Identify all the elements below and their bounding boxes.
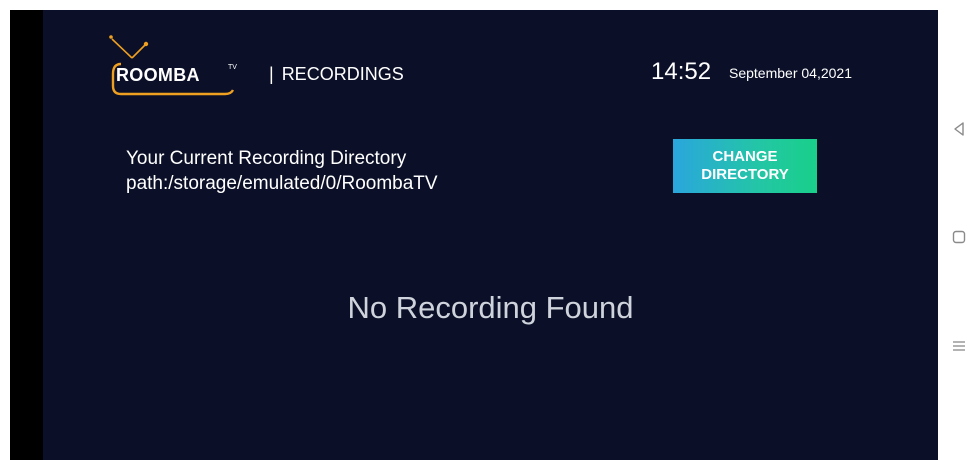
logo-superscript: TV — [228, 64, 237, 71]
back-button[interactable] — [938, 114, 979, 144]
logo-text: ROOMBA — [116, 65, 200, 85]
page-title-text: RECORDINGS — [281, 64, 404, 84]
home-button[interactable] — [938, 222, 979, 252]
roomba-tv-logo: ROOMBA TV — [105, 32, 255, 102]
recordings-screen: ROOMBA TV | RECORDINGS 14:52 September 04… — [43, 10, 938, 460]
left-black-bar — [10, 10, 43, 460]
clock-time: 14:52 — [651, 58, 712, 85]
home-icon — [952, 230, 965, 244]
clock-date: September 04,2021 — [729, 65, 852, 81]
recording-directory-path: Your Current Recording Directory path:/s… — [126, 148, 438, 194]
empty-state-message: No Recording Found — [347, 290, 634, 325]
back-icon — [953, 122, 964, 136]
device-frame: ROOMBA TV | RECORDINGS 14:52 September 04… — [0, 0, 979, 460]
menu-icon — [952, 341, 965, 351]
android-nav-bar — [938, 10, 979, 460]
change-directory-button[interactable]: CHANGE DIRECTORY — [673, 139, 817, 193]
menu-button[interactable] — [938, 331, 979, 361]
page-title: | RECORDINGS — [269, 64, 404, 85]
title-separator: | — [269, 64, 274, 84]
